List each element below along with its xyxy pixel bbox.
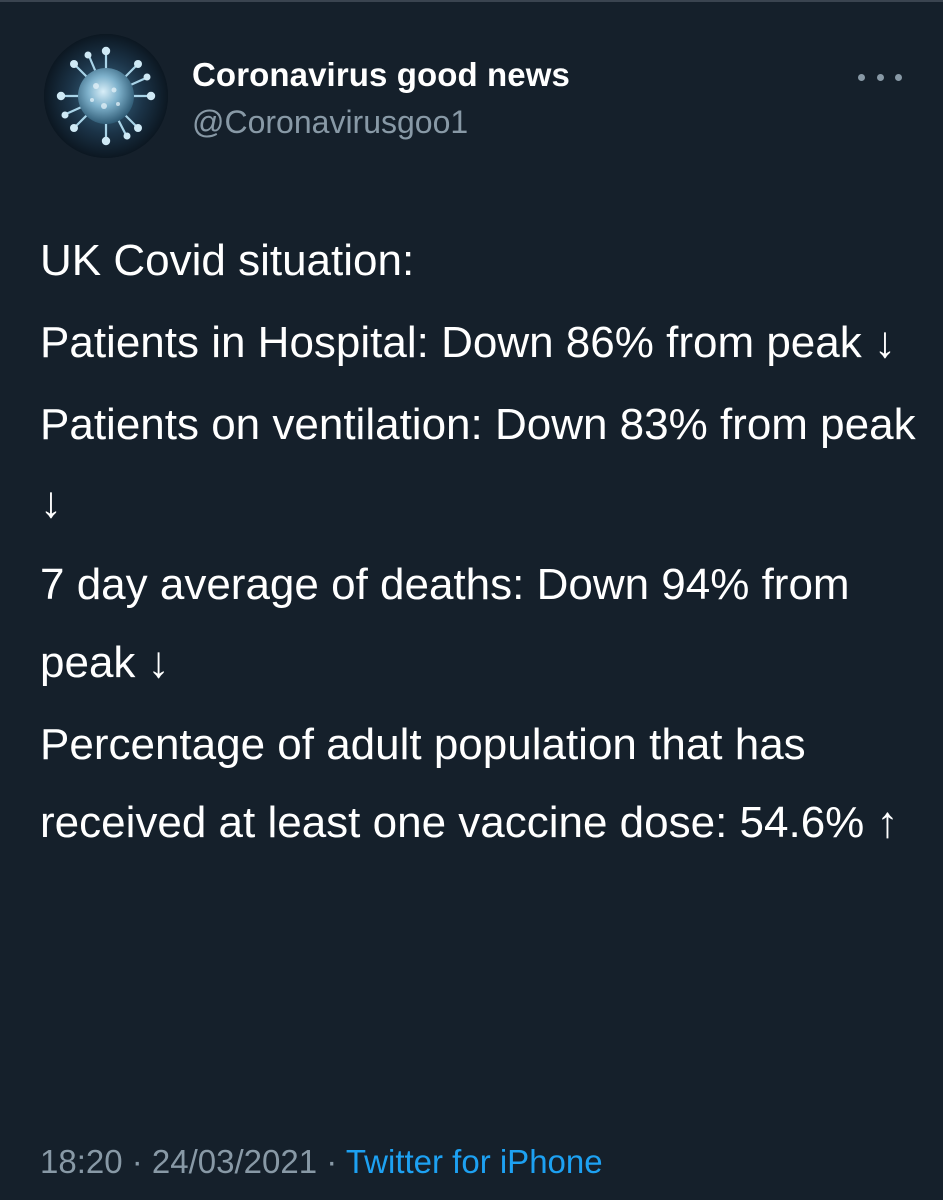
tweet: Coronavirus good news @Coronavirusgoo1 U… [0,0,943,1200]
coronavirus-icon [44,34,168,158]
more-dot [858,73,865,81]
tweet-text: UK Covid situation: Patients in Hospital… [40,222,920,866]
meta-separator: · [122,1143,152,1180]
tweet-metadata: 18:20 · 24/03/2021 · Twitter for iPhone [40,1143,603,1181]
tweet-paragraph: UK Covid situation: [40,236,415,285]
author-handle[interactable]: @Coronavirusgoo1 [192,104,468,141]
tweet-date[interactable]: 24/03/2021 [152,1143,317,1180]
more-options-icon[interactable] [858,62,902,92]
avatar[interactable] [44,34,168,158]
more-dot [895,73,902,81]
tweet-time[interactable]: 18:20 [40,1143,123,1180]
author-name[interactable]: Coronavirus good news [192,56,570,94]
more-dot [876,73,884,81]
meta-separator: · [317,1143,346,1180]
tweet-paragraph: Patients on ventilation: Down 83% from p… [40,400,916,527]
tweet-source-link[interactable]: Twitter for iPhone [346,1143,603,1180]
tweet-paragraph: 7 day average of deaths: Down 94% from p… [40,560,850,687]
tweet-paragraph: Patients in Hospital: Down 86% from peak… [40,318,896,367]
tweet-paragraph: Percentage of adult population that has … [40,720,899,847]
